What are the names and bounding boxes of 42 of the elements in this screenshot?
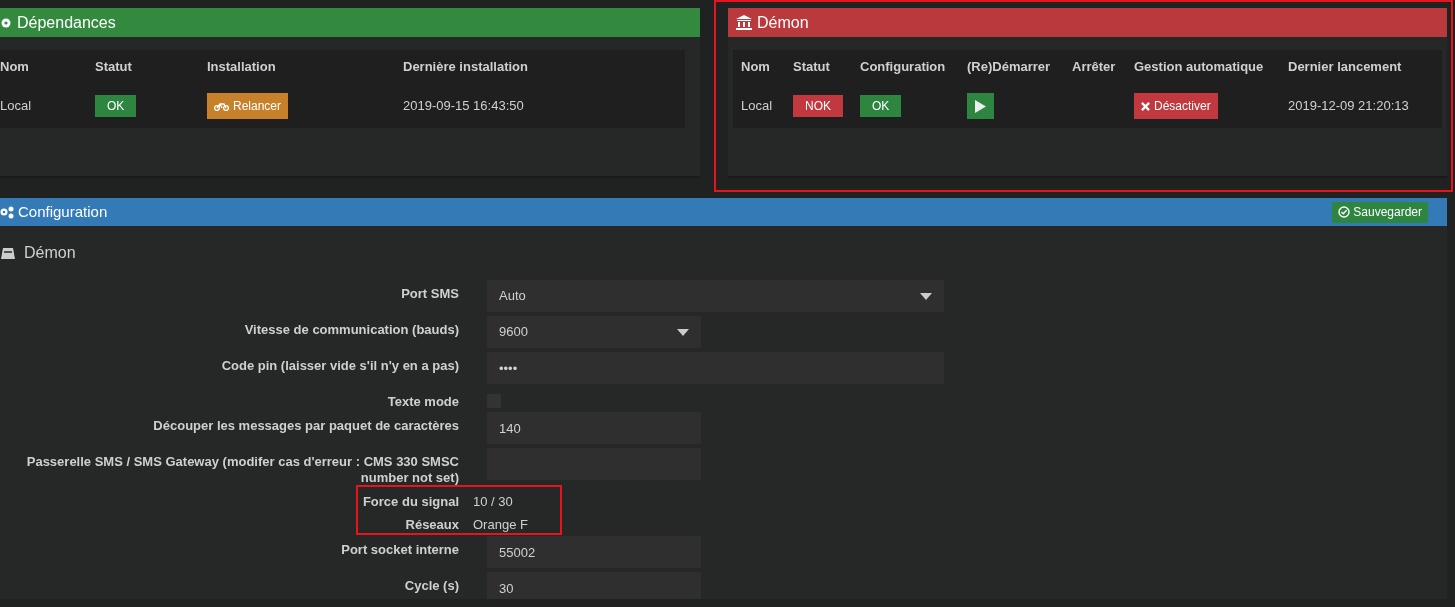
column-header: Dernière installation bbox=[403, 58, 529, 77]
status-badge: OK bbox=[860, 95, 902, 117]
column-header: Nom bbox=[0, 58, 30, 77]
table-cell-text: Local bbox=[741, 97, 773, 116]
column-header: Configuration bbox=[860, 58, 947, 77]
panel-title: Dépendances bbox=[17, 12, 116, 33]
column-header: Installation bbox=[207, 58, 277, 77]
save-button[interactable]: Sauvegarder bbox=[1332, 201, 1428, 223]
column-header: Dernier lancement bbox=[1288, 58, 1403, 77]
status-badge: OK bbox=[95, 95, 137, 117]
input-field[interactable]: 140 bbox=[487, 412, 701, 444]
field-value: Orange F bbox=[473, 515, 528, 534]
column-header: Gestion automatique bbox=[1134, 58, 1265, 77]
dropdown[interactable]: 9600 bbox=[487, 316, 701, 348]
panel-title: Démon bbox=[757, 12, 809, 33]
field-label: Port SMS bbox=[400, 285, 459, 303]
table-cell-text: 2019-09-15 16:43:50 bbox=[403, 97, 524, 116]
field-label: Réseaux bbox=[404, 516, 459, 533]
deactivate-button[interactable]: Désactiver bbox=[1134, 93, 1218, 119]
field-label: Port socket interne bbox=[340, 541, 459, 559]
column-header: Arrêter bbox=[1072, 58, 1117, 77]
section-title: Démon bbox=[24, 243, 76, 263]
dropdown[interactable]: Auto bbox=[487, 280, 944, 312]
panel-title: Configuration bbox=[18, 201, 108, 222]
field-label: Passerelle SMS / SMS Gateway (modifer cas d'erreur : CMS 330 SMSC number not set) bbox=[25, 453, 459, 486]
input-field[interactable]: •••• bbox=[487, 352, 944, 384]
column-header: (Re)Démarrer bbox=[967, 58, 1052, 77]
field-label: Vitesse de communication (bauds) bbox=[243, 321, 459, 339]
field-label: Force du signal bbox=[361, 493, 459, 510]
field-label: Texte mode bbox=[386, 394, 459, 410]
table-cell-text: 2019-12-09 21:20:13 bbox=[1288, 97, 1409, 116]
field-label: Code pin (laisser vide s'il n'y en a pas) bbox=[220, 357, 459, 375]
column-header: Statut bbox=[95, 58, 133, 77]
status-badge: NOK bbox=[793, 95, 843, 117]
field-label: Cycle (s) bbox=[403, 577, 459, 595]
column-header: Statut bbox=[793, 58, 831, 77]
column-header: Nom bbox=[741, 58, 771, 77]
input-field[interactable]: 30 bbox=[487, 572, 701, 599]
field-value: 10 / 30 bbox=[473, 492, 513, 511]
table-cell-text: Local bbox=[0, 97, 32, 116]
input-field[interactable]: 55002 bbox=[487, 536, 701, 568]
field-label: Découper les messages par paquet de caractères bbox=[152, 417, 459, 435]
